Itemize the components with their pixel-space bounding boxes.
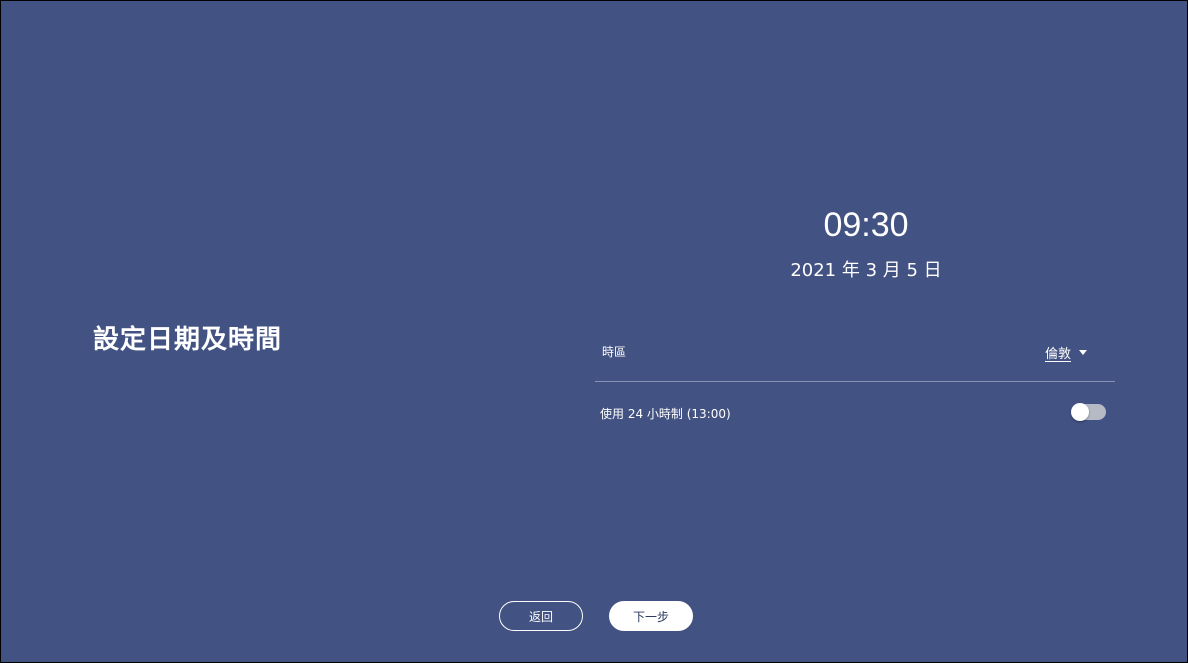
clock-date: 2021 年 3 月 5 日 — [790, 260, 942, 281]
back-button[interactable]: 返回 — [499, 601, 583, 631]
setup-screen: 設定日期及時間 09:30 2021 年 3 月 5 日 時區 倫敦 使用 24… — [0, 0, 1188, 663]
timezone-label: 時區 — [602, 345, 627, 359]
caret-down-icon — [1079, 350, 1087, 355]
timezone-dropdown[interactable]: 倫敦 — [1045, 343, 1087, 362]
hour24-toggle[interactable] — [1071, 403, 1106, 421]
hour24-label: 使用 24 小時制 (13:00) — [600, 407, 731, 421]
toggle-knob — [1071, 403, 1089, 421]
clock-time: 09:30 — [823, 206, 909, 244]
page-title: 設定日期及時間 — [93, 325, 283, 355]
timezone-value: 倫敦 — [1044, 347, 1071, 362]
next-button[interactable]: 下一步 — [609, 601, 693, 631]
divider — [595, 381, 1115, 382]
